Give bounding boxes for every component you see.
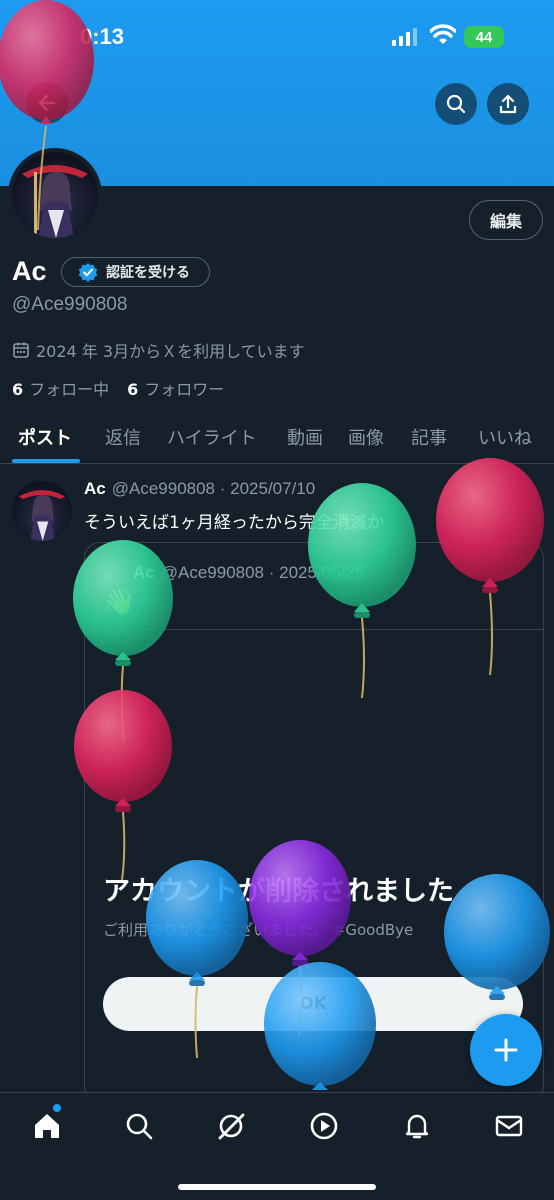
post-author[interactable]: Ac bbox=[84, 479, 106, 498]
back-button[interactable] bbox=[26, 82, 68, 124]
active-tab-indicator bbox=[12, 459, 80, 463]
wifi-icon bbox=[430, 24, 456, 44]
share-button[interactable] bbox=[487, 83, 529, 125]
follow-stats: 6 フォロー中 6 フォロワー bbox=[12, 376, 224, 400]
followers-label: フォロワー bbox=[144, 380, 225, 399]
profile-tabs: ポスト 返信 ハイライト 動画 画像 記事 いいね bbox=[0, 418, 554, 464]
tab-articles[interactable]: 記事 bbox=[411, 424, 447, 450]
compose-button[interactable] bbox=[470, 1014, 542, 1086]
quote-author: Ac bbox=[133, 563, 155, 582]
battery-level: 44 bbox=[475, 28, 493, 46]
plus-icon bbox=[494, 1038, 518, 1062]
tab-images[interactable]: 画像 bbox=[348, 424, 384, 450]
back-arrow-icon bbox=[38, 94, 56, 112]
bell-icon[interactable] bbox=[402, 1111, 432, 1141]
quoted-post[interactable]: Ac @Ace990808 · 2025/05/25 👋 アカウントが削除されまし… bbox=[84, 542, 544, 1102]
share-icon bbox=[499, 94, 517, 114]
grok-icon[interactable] bbox=[216, 1111, 246, 1141]
following-label: フォロー中 bbox=[29, 380, 110, 399]
edit-profile-button[interactable]: 編集 bbox=[469, 200, 543, 240]
avatar-image bbox=[12, 152, 98, 238]
profile-avatar[interactable] bbox=[8, 148, 102, 242]
profile-handle: @Ace990808 bbox=[12, 294, 128, 315]
tab-replies[interactable]: 返信 bbox=[105, 424, 141, 450]
status-time: 0:13 bbox=[80, 24, 125, 49]
quote-header: Ac @Ace990808 · 2025/05/25 bbox=[133, 563, 364, 583]
deleted-subtitle: ご利用ありがとうございました。 #GoodBye bbox=[103, 921, 414, 939]
wave-emoji: 👋 bbox=[103, 587, 136, 617]
signal-icon bbox=[392, 28, 417, 46]
explore-icon[interactable] bbox=[124, 1111, 154, 1141]
ok-button[interactable]: OK bbox=[103, 977, 523, 1031]
mail-icon[interactable] bbox=[494, 1111, 524, 1141]
post-meta: @Ace990808 · 2025/07/10 bbox=[111, 479, 316, 498]
quote-meta: @Ace990808 · 2025/05/25 bbox=[160, 563, 365, 582]
deleted-title: アカウントが削除されました bbox=[103, 876, 454, 907]
followers-link[interactable]: 6 フォロワー bbox=[127, 376, 224, 400]
post-text: そういえば1ヶ月経ったから完全消滅か bbox=[84, 513, 384, 533]
tab-posts[interactable]: ポスト bbox=[18, 424, 72, 450]
following-link[interactable]: 6 フォロー中 bbox=[12, 376, 109, 400]
tab-highlights[interactable]: ハイライト bbox=[167, 424, 257, 450]
tab-likes[interactable]: いいね bbox=[478, 424, 532, 450]
post-avatar[interactable] bbox=[12, 481, 72, 541]
home-indicator bbox=[178, 1184, 376, 1190]
battery-indicator: 44 bbox=[464, 26, 504, 48]
status-bar: 0:13 44 bbox=[0, 0, 554, 70]
profile-name: Ac bbox=[12, 256, 47, 286]
verify-label: 認証を受ける bbox=[106, 265, 190, 281]
video-icon[interactable] bbox=[309, 1111, 339, 1141]
home-icon[interactable] bbox=[32, 1111, 62, 1141]
search-icon bbox=[446, 94, 466, 114]
joined-text: 2024 年 3月からＸを利用しています bbox=[36, 342, 305, 361]
followers-count: 6 bbox=[127, 380, 139, 399]
get-verified-button[interactable]: 認証を受ける bbox=[61, 257, 210, 287]
calendar-icon bbox=[13, 342, 29, 358]
home-notification-dot bbox=[53, 1104, 61, 1112]
search-button[interactable] bbox=[435, 83, 477, 125]
quote-divider bbox=[85, 629, 543, 630]
following-count: 6 bbox=[12, 380, 24, 399]
verified-badge-icon bbox=[78, 263, 98, 282]
post-header: Ac @Ace990808 · 2025/07/10 bbox=[84, 479, 315, 499]
tab-videos[interactable]: 動画 bbox=[287, 424, 323, 450]
joined-date: 2024 年 3月からＸを利用しています bbox=[12, 338, 305, 362]
